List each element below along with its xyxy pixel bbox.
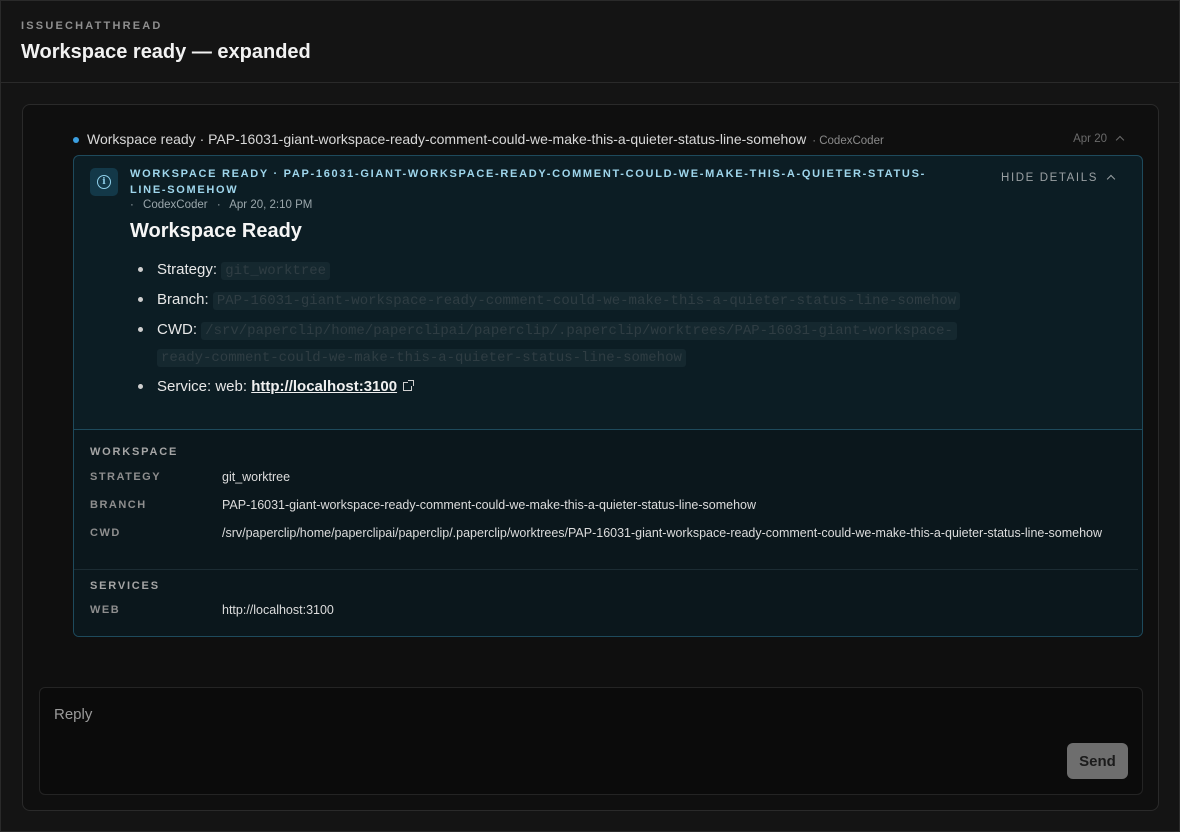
details-divider: [74, 569, 1138, 570]
chevron-up-icon: [1115, 135, 1125, 145]
strategy-label: Strategy:: [157, 261, 218, 278]
send-button[interactable]: Send: [1067, 743, 1128, 779]
web-key: WEB: [90, 604, 121, 616]
list-item: Branch: PAP-16031-giant-workspace-ready-…: [130, 287, 970, 314]
services-section-heading: SERVICES: [90, 580, 160, 592]
cwd-label: CWD:: [157, 321, 197, 338]
page-eyebrow: ISSUECHATTHREAD: [21, 20, 163, 32]
workspace-ready-card: i Workspace ready · PAP-16031-giant-work…: [73, 155, 1143, 637]
cwd-code: /srv/paperclip/home/paperclipai/papercli…: [157, 322, 957, 367]
list-item: Strategy: git_worktree: [130, 257, 970, 284]
status-title: Workspace ready · PAP-16031-giant-worksp…: [87, 131, 807, 147]
reply-box[interactable]: Reply Send: [39, 687, 1143, 795]
list-item: Service: web: http://localhost:3100: [130, 374, 970, 400]
web-value: http://localhost:3100: [222, 603, 334, 617]
meta-separator: ·: [130, 199, 134, 211]
cwd-key: CWD: [90, 527, 121, 539]
external-link-icon: [403, 380, 415, 391]
status-dot: [73, 137, 79, 143]
cwd-value: /srv/paperclip/home/paperclipai/papercli…: [222, 526, 1103, 540]
strategy-code: git_worktree: [221, 262, 331, 280]
meta-separator: ·: [216, 199, 221, 211]
info-icon: i: [90, 168, 118, 196]
service-link[interactable]: http://localhost:3100: [251, 378, 397, 395]
status-text: Workspace ready · PAP-16031-giant-worksp…: [87, 131, 884, 147]
card-title: Workspace Ready: [130, 220, 302, 242]
details-panel: WORKSPACE STRATEGY git_worktree BRANCH P…: [74, 429, 1142, 636]
branch-key: BRANCH: [90, 499, 147, 511]
reply-input[interactable]: Reply: [54, 706, 92, 723]
page-title: Workspace ready — expanded: [21, 41, 311, 63]
thread-panel: Workspace ready · PAP-16031-giant-worksp…: [22, 104, 1159, 811]
status-author: · CodexCoder: [812, 135, 884, 147]
branch-code: PAP-16031-giant-workspace-ready-comment-…: [212, 292, 961, 310]
branch-label: Branch:: [157, 291, 209, 308]
hide-details-label: HIDE DETAILS: [1001, 172, 1098, 184]
status-date[interactable]: Apr 20: [1073, 133, 1125, 145]
card-author: CodexCoder: [143, 199, 208, 211]
workspace-status-line[interactable]: Workspace ready · PAP-16031-giant-worksp…: [73, 131, 1125, 149]
list-item: CWD: /srv/paperclip/home/paperclipai/pap…: [130, 317, 970, 371]
strategy-value: git_worktree: [222, 470, 291, 484]
card-meta: · CodexCoder · Apr 20, 2:10 PM: [130, 199, 318, 211]
branch-value: PAP-16031-giant-workspace-ready-comment-…: [222, 498, 757, 512]
card-heading: Workspace ready · PAP-16031-giant-worksp…: [130, 168, 926, 196]
status-date-text: Apr 20: [1073, 133, 1107, 145]
issue-chat-thread-page: ISSUECHATTHREAD Workspace ready — expand…: [0, 0, 1180, 832]
chevron-up-icon: [1106, 174, 1116, 184]
workspace-bullet-list: Strategy: git_worktree Branch: PAP-16031…: [130, 257, 970, 403]
page-header: ISSUECHATTHREAD Workspace ready — expand…: [1, 1, 1179, 83]
service-label: Service: web:: [157, 378, 248, 395]
card-timestamp: Apr 20, 2:10 PM: [229, 199, 313, 211]
workspace-section-heading: WORKSPACE: [90, 446, 179, 458]
strategy-key: STRATEGY: [90, 471, 162, 483]
hide-details-button[interactable]: HIDE DETAILS: [1001, 172, 1116, 184]
